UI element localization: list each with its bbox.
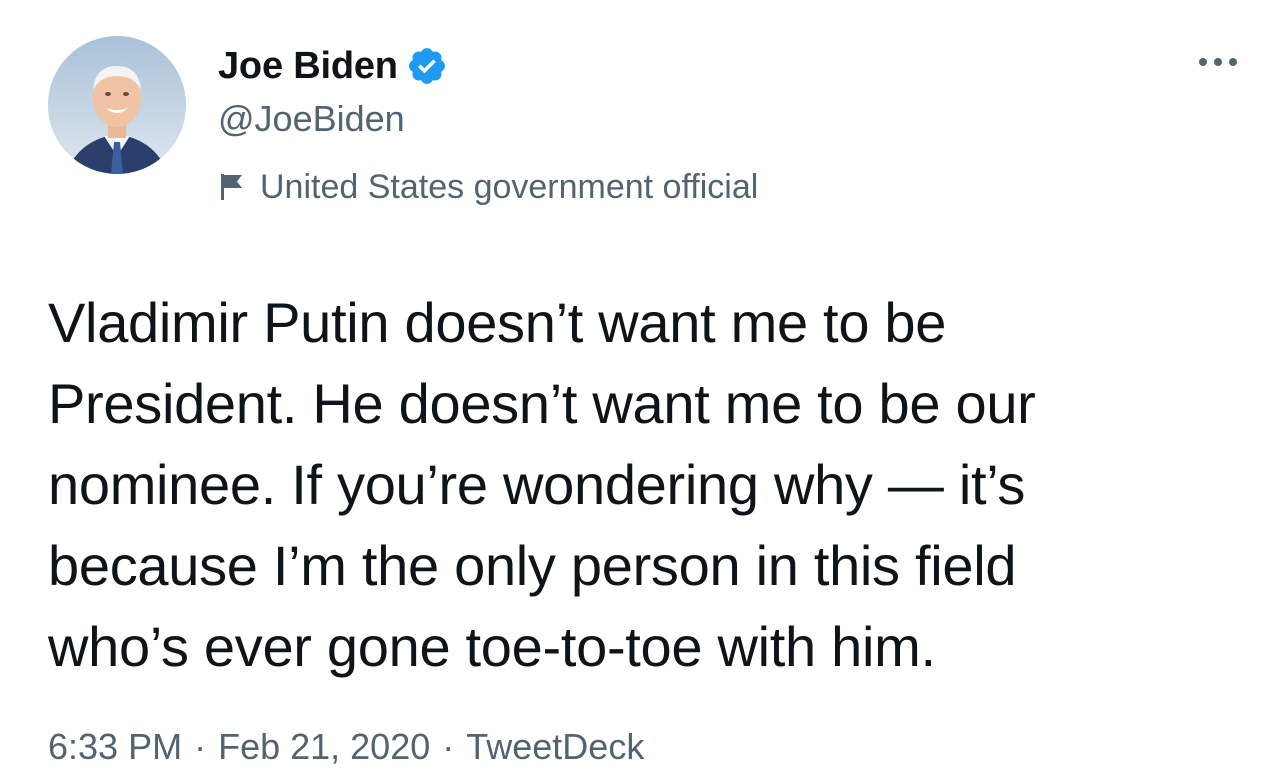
account-label-row: United States government official [218,164,758,210]
separator: · [194,726,207,767]
tweet-text: Vladimir Putin doesn’t want me to be Pre… [48,291,1036,678]
tweet-time[interactable]: 6:33 PM [48,726,182,768]
verified-badge-icon [406,45,448,87]
more-options-icon [1199,58,1237,66]
government-official-label[interactable]: United States government official [260,168,758,207]
avatar[interactable] [48,36,186,174]
separator: · [442,726,455,767]
flag-icon [218,172,246,202]
tweet-source[interactable]: TweetDeck [466,726,644,768]
author-handle[interactable]: @JoeBiden [218,98,405,140]
author-display-name[interactable]: Joe Biden [218,45,398,88]
tweet-date[interactable]: Feb 21, 2020 [218,726,430,768]
author-name-row: Joe Biden [218,38,448,94]
profile-photo-icon [48,36,186,174]
tweet-card: Joe Biden @JoeBiden United States govern… [0,0,1284,777]
tweet-metadata: 6:33 PM · Feb 21, 2020 · TweetDeck [48,726,644,768]
more-options-button[interactable] [1188,44,1248,80]
